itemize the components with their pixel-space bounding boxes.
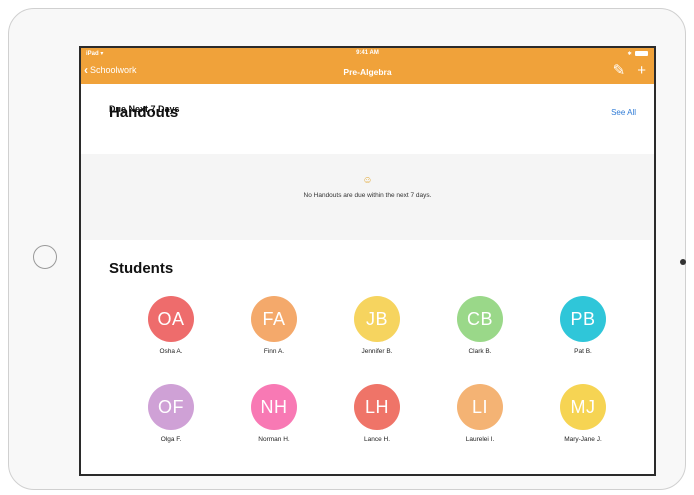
see-all-link[interactable]: See All [611, 108, 636, 117]
ipad-frame: iPad ▾ 9:41 AM ∗ ‹ Schoolwork Pre-Algebr… [8, 8, 686, 490]
avatar: MJ [560, 384, 606, 430]
student-name: Laurelei I. [465, 436, 495, 443]
student-card[interactable]: LH Lance H. [337, 384, 417, 443]
status-time: 9:41 AM [356, 50, 379, 56]
students-section: Students OA Osha A. FA Finn A. JB Jennif… [81, 240, 654, 474]
bluetooth-icon: ∗ [626, 51, 632, 57]
status-right: ∗ [627, 50, 648, 57]
home-button[interactable] [33, 245, 57, 269]
student-card[interactable]: OA Osha A. [131, 296, 211, 355]
avatar: PB [560, 296, 606, 342]
avatar: OF [148, 384, 194, 430]
navigation-bar: ‹ Schoolwork Pre-Algebra ✎ + [81, 60, 654, 84]
due-next-heading: Due Next 7 Days [109, 104, 180, 114]
avatar: CB [457, 296, 503, 342]
student-name: Norman H. [258, 436, 290, 443]
student-name: Clark B. [468, 348, 492, 355]
status-bar: iPad ▾ 9:41 AM ∗ [81, 48, 654, 60]
student-card[interactable]: OF Olga F. [131, 384, 211, 443]
students-title: Students [109, 260, 174, 277]
student-name: Mary-Jane J. [564, 436, 602, 443]
nav-actions: ✎ + [613, 63, 646, 79]
smiley-emoji-icon: ☺ [362, 175, 373, 186]
avatar: NH [251, 384, 297, 430]
student-name: Lance H. [363, 436, 391, 443]
student-card[interactable]: PB Pat B. [543, 296, 623, 355]
student-card[interactable]: MJ Mary-Jane J. [543, 384, 623, 443]
student-name: Osha A. [159, 348, 183, 355]
student-card[interactable]: FA Finn A. [234, 296, 314, 355]
avatar: LH [354, 384, 400, 430]
student-name: Jennifer B. [361, 348, 393, 355]
battery-icon [635, 51, 648, 56]
handouts-empty-state: ☺ No Handouts are due within the next 7 … [81, 154, 654, 240]
avatar: OA [148, 296, 194, 342]
page-title: Pre-Algebra [343, 67, 392, 77]
avatar: FA [251, 296, 297, 342]
student-name: Finn A. [263, 348, 285, 355]
add-icon[interactable]: + [637, 63, 646, 79]
camera-dot [680, 259, 686, 265]
handouts-section: Handouts See All [81, 84, 654, 154]
student-card[interactable]: NH Norman H. [234, 384, 314, 443]
student-card[interactable]: LI Laurelei I. [440, 384, 520, 443]
avatar: JB [354, 296, 400, 342]
screen: iPad ▾ 9:41 AM ∗ ‹ Schoolwork Pre-Algebr… [79, 46, 656, 476]
student-name: Pat B. [574, 348, 592, 355]
avatar: LI [457, 384, 503, 430]
empty-message: No Handouts are due within the next 7 da… [303, 192, 432, 199]
student-card[interactable]: CB Clark B. [440, 296, 520, 355]
compose-icon[interactable]: ✎ [613, 63, 626, 79]
student-card[interactable]: JB Jennifer B. [337, 296, 417, 355]
student-name: Olga F. [160, 436, 182, 443]
